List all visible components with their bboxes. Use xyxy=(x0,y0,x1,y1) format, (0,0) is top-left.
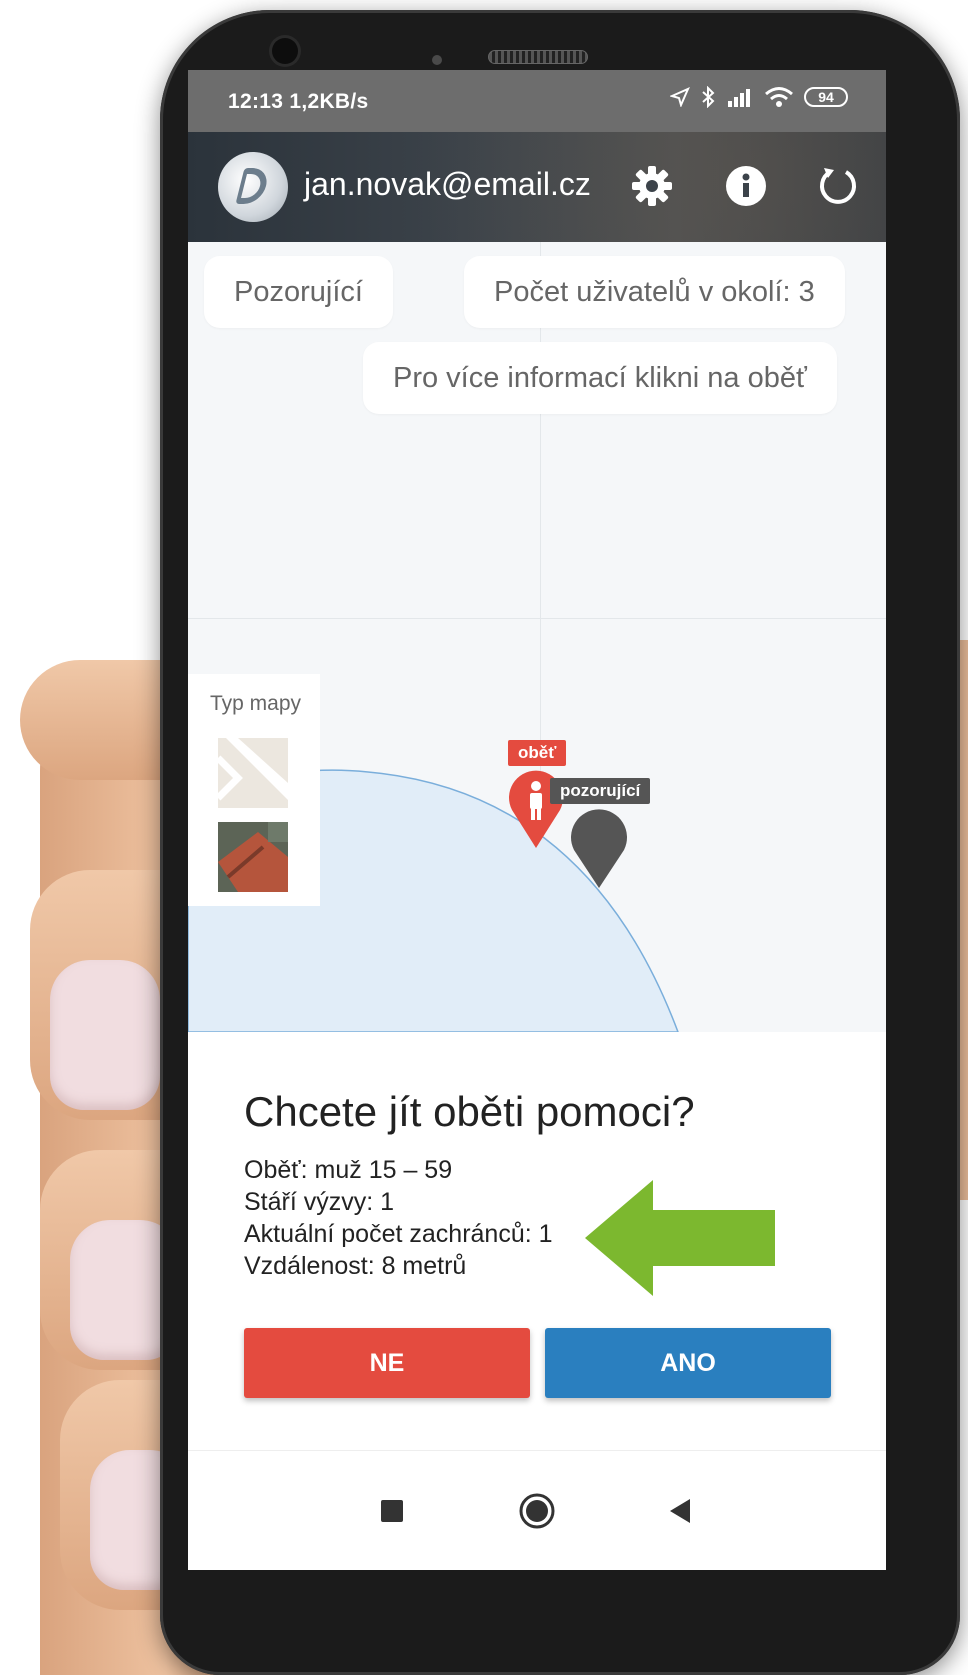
map-type-label: Typ mapy xyxy=(210,692,302,715)
app-logo xyxy=(218,152,288,222)
back-icon[interactable] xyxy=(650,1481,710,1541)
hint-chip: Pro více informací klikni na oběť xyxy=(363,342,837,414)
status-net-speed: 1,2KB/s xyxy=(289,90,369,113)
status-icons: 94 xyxy=(670,86,848,108)
home-icon[interactable] xyxy=(507,1481,567,1541)
dialog-rescuer-count: Aktuální počet zachránců: 1 xyxy=(244,1220,553,1248)
settings-icon[interactable] xyxy=(628,162,676,210)
front-camera xyxy=(272,38,298,64)
status-time: 12:13 xyxy=(228,90,284,113)
dialog-alert-age: Stáří výzvy: 1 xyxy=(244,1188,395,1216)
user-email: jan.novak@email.cz xyxy=(304,166,591,202)
fingernail xyxy=(50,960,160,1110)
phone-speaker xyxy=(488,50,588,64)
info-icon[interactable] xyxy=(722,162,770,210)
observer-marker[interactable] xyxy=(570,808,628,890)
dialog-distance: Vzdálenost: 8 metrů xyxy=(244,1252,467,1280)
no-button[interactable]: NE xyxy=(244,1328,530,1398)
dialog-victim: Oběť: muž 15 – 59 xyxy=(244,1156,453,1184)
refresh-icon[interactable] xyxy=(814,162,862,210)
recents-icon[interactable] xyxy=(362,1481,422,1541)
app-bar: jan.novak@email.cz xyxy=(188,132,886,242)
map-type-satellite-button[interactable] xyxy=(218,822,288,892)
map-type-panel: Typ mapy xyxy=(188,674,320,906)
map-type-road-button[interactable] xyxy=(218,738,288,808)
help-dialog: Chcete jít oběti pomoci? Oběť: muž 15 – … xyxy=(188,1032,886,1450)
annotation-arrow-icon xyxy=(585,1180,775,1296)
victim-marker-label: oběť xyxy=(508,740,567,766)
signal-icon xyxy=(728,89,750,107)
wifi-icon xyxy=(765,87,793,107)
system-nav-bar xyxy=(188,1450,886,1570)
phone-sensors xyxy=(432,52,462,83)
dialog-title: Chcete jít oběti pomoci? xyxy=(244,1088,695,1135)
users-nearby-chip: Počet uživatelů v okolí: 3 xyxy=(464,256,845,328)
role-chip: Pozorující xyxy=(204,256,393,328)
battery-indicator: 94 xyxy=(804,87,848,107)
bluetooth-icon xyxy=(702,86,715,108)
map-view[interactable]: Pozorující Počet uživatelů v okolí: 3 Pr… xyxy=(188,242,886,1032)
status-bar: 12:13 1,2KB/s 94 xyxy=(188,70,886,132)
yes-button[interactable]: ANO xyxy=(545,1328,831,1398)
status-left: 12:13 1,2KB/s xyxy=(228,90,369,114)
phone-screen: 12:13 1,2KB/s 94 jan.novak@email.cz Pozo… xyxy=(188,70,886,1570)
observer-marker-label: pozorující xyxy=(550,778,651,804)
location-icon xyxy=(670,87,690,107)
